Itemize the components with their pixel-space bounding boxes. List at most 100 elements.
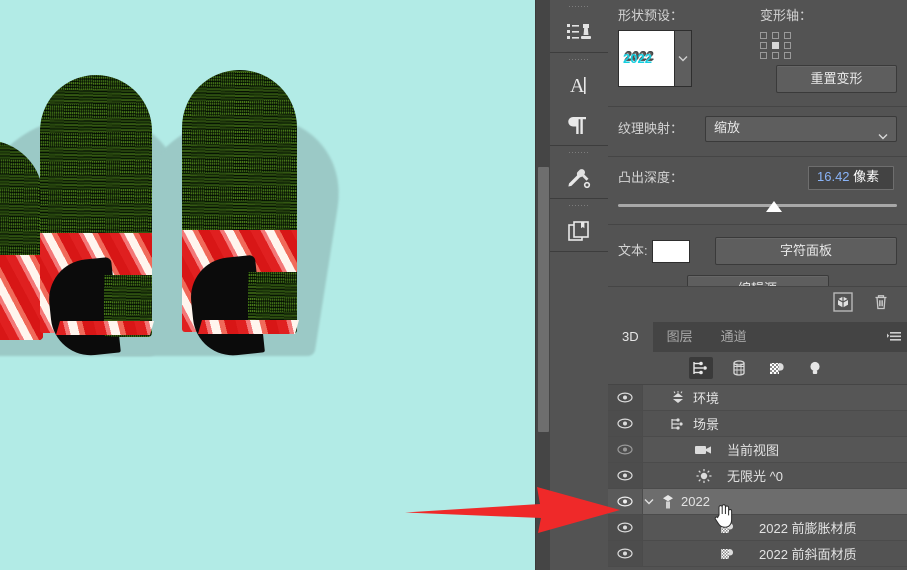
axis-cell-bl[interactable] bbox=[760, 52, 767, 59]
visibility-toggle-icon[interactable] bbox=[608, 541, 643, 566]
character-panel-button[interactable]: 字符面板 bbox=[715, 237, 897, 265]
axis-cell-tr[interactable] bbox=[784, 32, 791, 39]
slider-thumb[interactable] bbox=[765, 201, 782, 212]
3d-filter-bar bbox=[608, 352, 907, 385]
clone-source-icon[interactable] bbox=[550, 12, 608, 52]
filter-mesh-icon[interactable] bbox=[727, 357, 751, 379]
panel-grip[interactable] bbox=[569, 57, 589, 63]
delete-icon[interactable] bbox=[871, 292, 891, 312]
visibility-toggle-icon[interactable] bbox=[608, 515, 643, 540]
axis-cell-mc[interactable] bbox=[772, 42, 779, 49]
panel-grip[interactable] bbox=[569, 4, 589, 10]
axis-cell-tl[interactable] bbox=[760, 32, 767, 39]
camera-icon bbox=[655, 444, 727, 456]
axis-cell-bc[interactable] bbox=[772, 52, 779, 59]
chevron-down-icon[interactable] bbox=[878, 125, 888, 147]
list-item[interactable]: 2022 前膨胀材质 bbox=[608, 515, 907, 541]
list-item[interactable]: 2022 前斜面材质 bbox=[608, 541, 907, 567]
deform-axis-label: 变形轴： bbox=[760, 8, 813, 23]
material-icon bbox=[655, 521, 759, 535]
texture-mapping-section: 纹理映射： 缩放 bbox=[608, 107, 907, 157]
visibility-toggle-icon[interactable] bbox=[608, 437, 643, 462]
dock-group-type: A bbox=[550, 53, 608, 146]
axis-cell-tc[interactable] bbox=[772, 32, 779, 39]
tab-3d[interactable]: 3D bbox=[608, 322, 653, 352]
properties-footer bbox=[608, 286, 907, 316]
reset-deform-button[interactable]: 重置变形 bbox=[776, 65, 897, 93]
extrusion-depth-label: 凸出深度： bbox=[618, 170, 684, 185]
dock-group-tool-presets bbox=[550, 146, 608, 199]
list-item-label: 2022 bbox=[681, 494, 710, 509]
list-item-label: 2022 前斜面材质 bbox=[759, 547, 857, 562]
shape-and-axis-section: 形状预设： 2022 变形轴： 重置变形 bbox=[608, 0, 907, 107]
svg-text:A: A bbox=[570, 75, 585, 97]
filter-scene-icon[interactable] bbox=[688, 357, 713, 379]
list-item-2022[interactable]: 2022 bbox=[608, 489, 907, 515]
text-color-swatch[interactable] bbox=[652, 239, 690, 263]
slider-track bbox=[618, 204, 897, 207]
photoshop-3d-window: A 形状预设： 2022 变形轴： 重置变形 纹理映射： 缩放 凸出深度： 16… bbox=[0, 0, 907, 570]
list-item[interactable]: 当前视图 bbox=[608, 437, 907, 463]
document-vertical-scrollbar[interactable] bbox=[535, 0, 551, 570]
shape-preset-label: 形状预设： bbox=[618, 8, 684, 23]
visibility-toggle-icon[interactable] bbox=[608, 463, 643, 488]
text-label: 文本: bbox=[618, 243, 648, 258]
paragraph-icon[interactable] bbox=[550, 105, 608, 145]
shape-preset-picker[interactable]: 2022 bbox=[618, 30, 692, 87]
scrollbar-thumb[interactable] bbox=[538, 167, 549, 432]
texture-mapping-select[interactable]: 缩放 bbox=[705, 116, 897, 142]
visibility-toggle-icon[interactable] bbox=[608, 385, 643, 410]
scene-icon bbox=[655, 417, 693, 431]
visibility-toggle-icon[interactable] bbox=[608, 411, 643, 436]
deform-axis-group: 变形轴： 重置变形 bbox=[760, 8, 897, 93]
panel-menu-icon[interactable] bbox=[887, 330, 903, 349]
new-3d-object-icon[interactable] bbox=[833, 291, 853, 312]
3d-scene-list: 环境 场景 当前视图 无限光 ^0 2022 2022 前膨胀材质 2022 前… bbox=[608, 385, 907, 567]
extrusion-depth-input[interactable]: 16.42 像素 bbox=[808, 166, 894, 190]
list-item-label: 2022 前膨胀材质 bbox=[759, 521, 857, 536]
axis-cell-br[interactable] bbox=[784, 52, 791, 59]
3d-panel: 3D 图层 通道 环境 场景 当前视图 无限光 ^0 2022 2022 前膨胀… bbox=[608, 322, 907, 570]
texture-mapping-label: 纹理映射： bbox=[618, 121, 684, 136]
list-item-label: 无限光 ^0 bbox=[727, 469, 783, 484]
artwork-glyph bbox=[182, 70, 300, 360]
deform-axis-selector[interactable] bbox=[760, 32, 794, 59]
light-icon bbox=[655, 468, 727, 484]
panel-grip[interactable] bbox=[569, 203, 589, 209]
texture-mapping-value: 缩放 bbox=[714, 120, 741, 135]
environment-icon bbox=[655, 390, 693, 406]
extrusion-depth-unit: 像素 bbox=[853, 169, 880, 184]
visibility-toggle-icon[interactable] bbox=[608, 489, 643, 514]
chevron-down-icon[interactable] bbox=[675, 30, 692, 87]
mesh-3d-icon bbox=[655, 494, 681, 510]
list-item-label: 当前视图 bbox=[727, 443, 780, 458]
dock-group-clone bbox=[550, 0, 608, 53]
list-item-label: 场景 bbox=[693, 417, 720, 432]
layer-comps-icon[interactable] bbox=[550, 211, 608, 251]
disclosure-triangle-icon[interactable] bbox=[643, 498, 655, 505]
list-item[interactable]: 环境 bbox=[608, 385, 907, 411]
filter-lights-icon[interactable] bbox=[803, 357, 827, 379]
shape-preset-group: 形状预设： 2022 bbox=[618, 8, 760, 87]
panel-tab-bar: 3D 图层 通道 bbox=[608, 322, 907, 352]
tool-presets-icon[interactable] bbox=[550, 158, 608, 198]
character-icon[interactable]: A bbox=[550, 65, 608, 105]
extrusion-depth-value: 16.42 bbox=[817, 169, 850, 184]
extrusion-depth-slider[interactable] bbox=[618, 200, 897, 214]
shape-preset-thumbnail[interactable]: 2022 bbox=[618, 30, 676, 87]
dock-group-spacer bbox=[550, 252, 608, 513]
tab-channels[interactable]: 通道 bbox=[707, 322, 761, 352]
panel-grip[interactable] bbox=[569, 150, 589, 156]
axis-cell-ml[interactable] bbox=[760, 42, 767, 49]
shape-preset-thumbnail-text: 2022 bbox=[623, 51, 652, 66]
collapsed-panel-dock: A bbox=[550, 0, 609, 570]
list-item-label: 环境 bbox=[693, 391, 720, 406]
list-item[interactable]: 场景 bbox=[608, 411, 907, 437]
axis-cell-mr[interactable] bbox=[784, 42, 791, 49]
document-canvas[interactable] bbox=[0, 0, 535, 570]
filter-materials-icon[interactable] bbox=[765, 357, 789, 379]
list-item[interactable]: 无限光 ^0 bbox=[608, 463, 907, 489]
tab-layers[interactable]: 图层 bbox=[653, 322, 707, 352]
dock-group-layer-comps bbox=[550, 199, 608, 252]
artwork-glyph bbox=[0, 140, 43, 340]
